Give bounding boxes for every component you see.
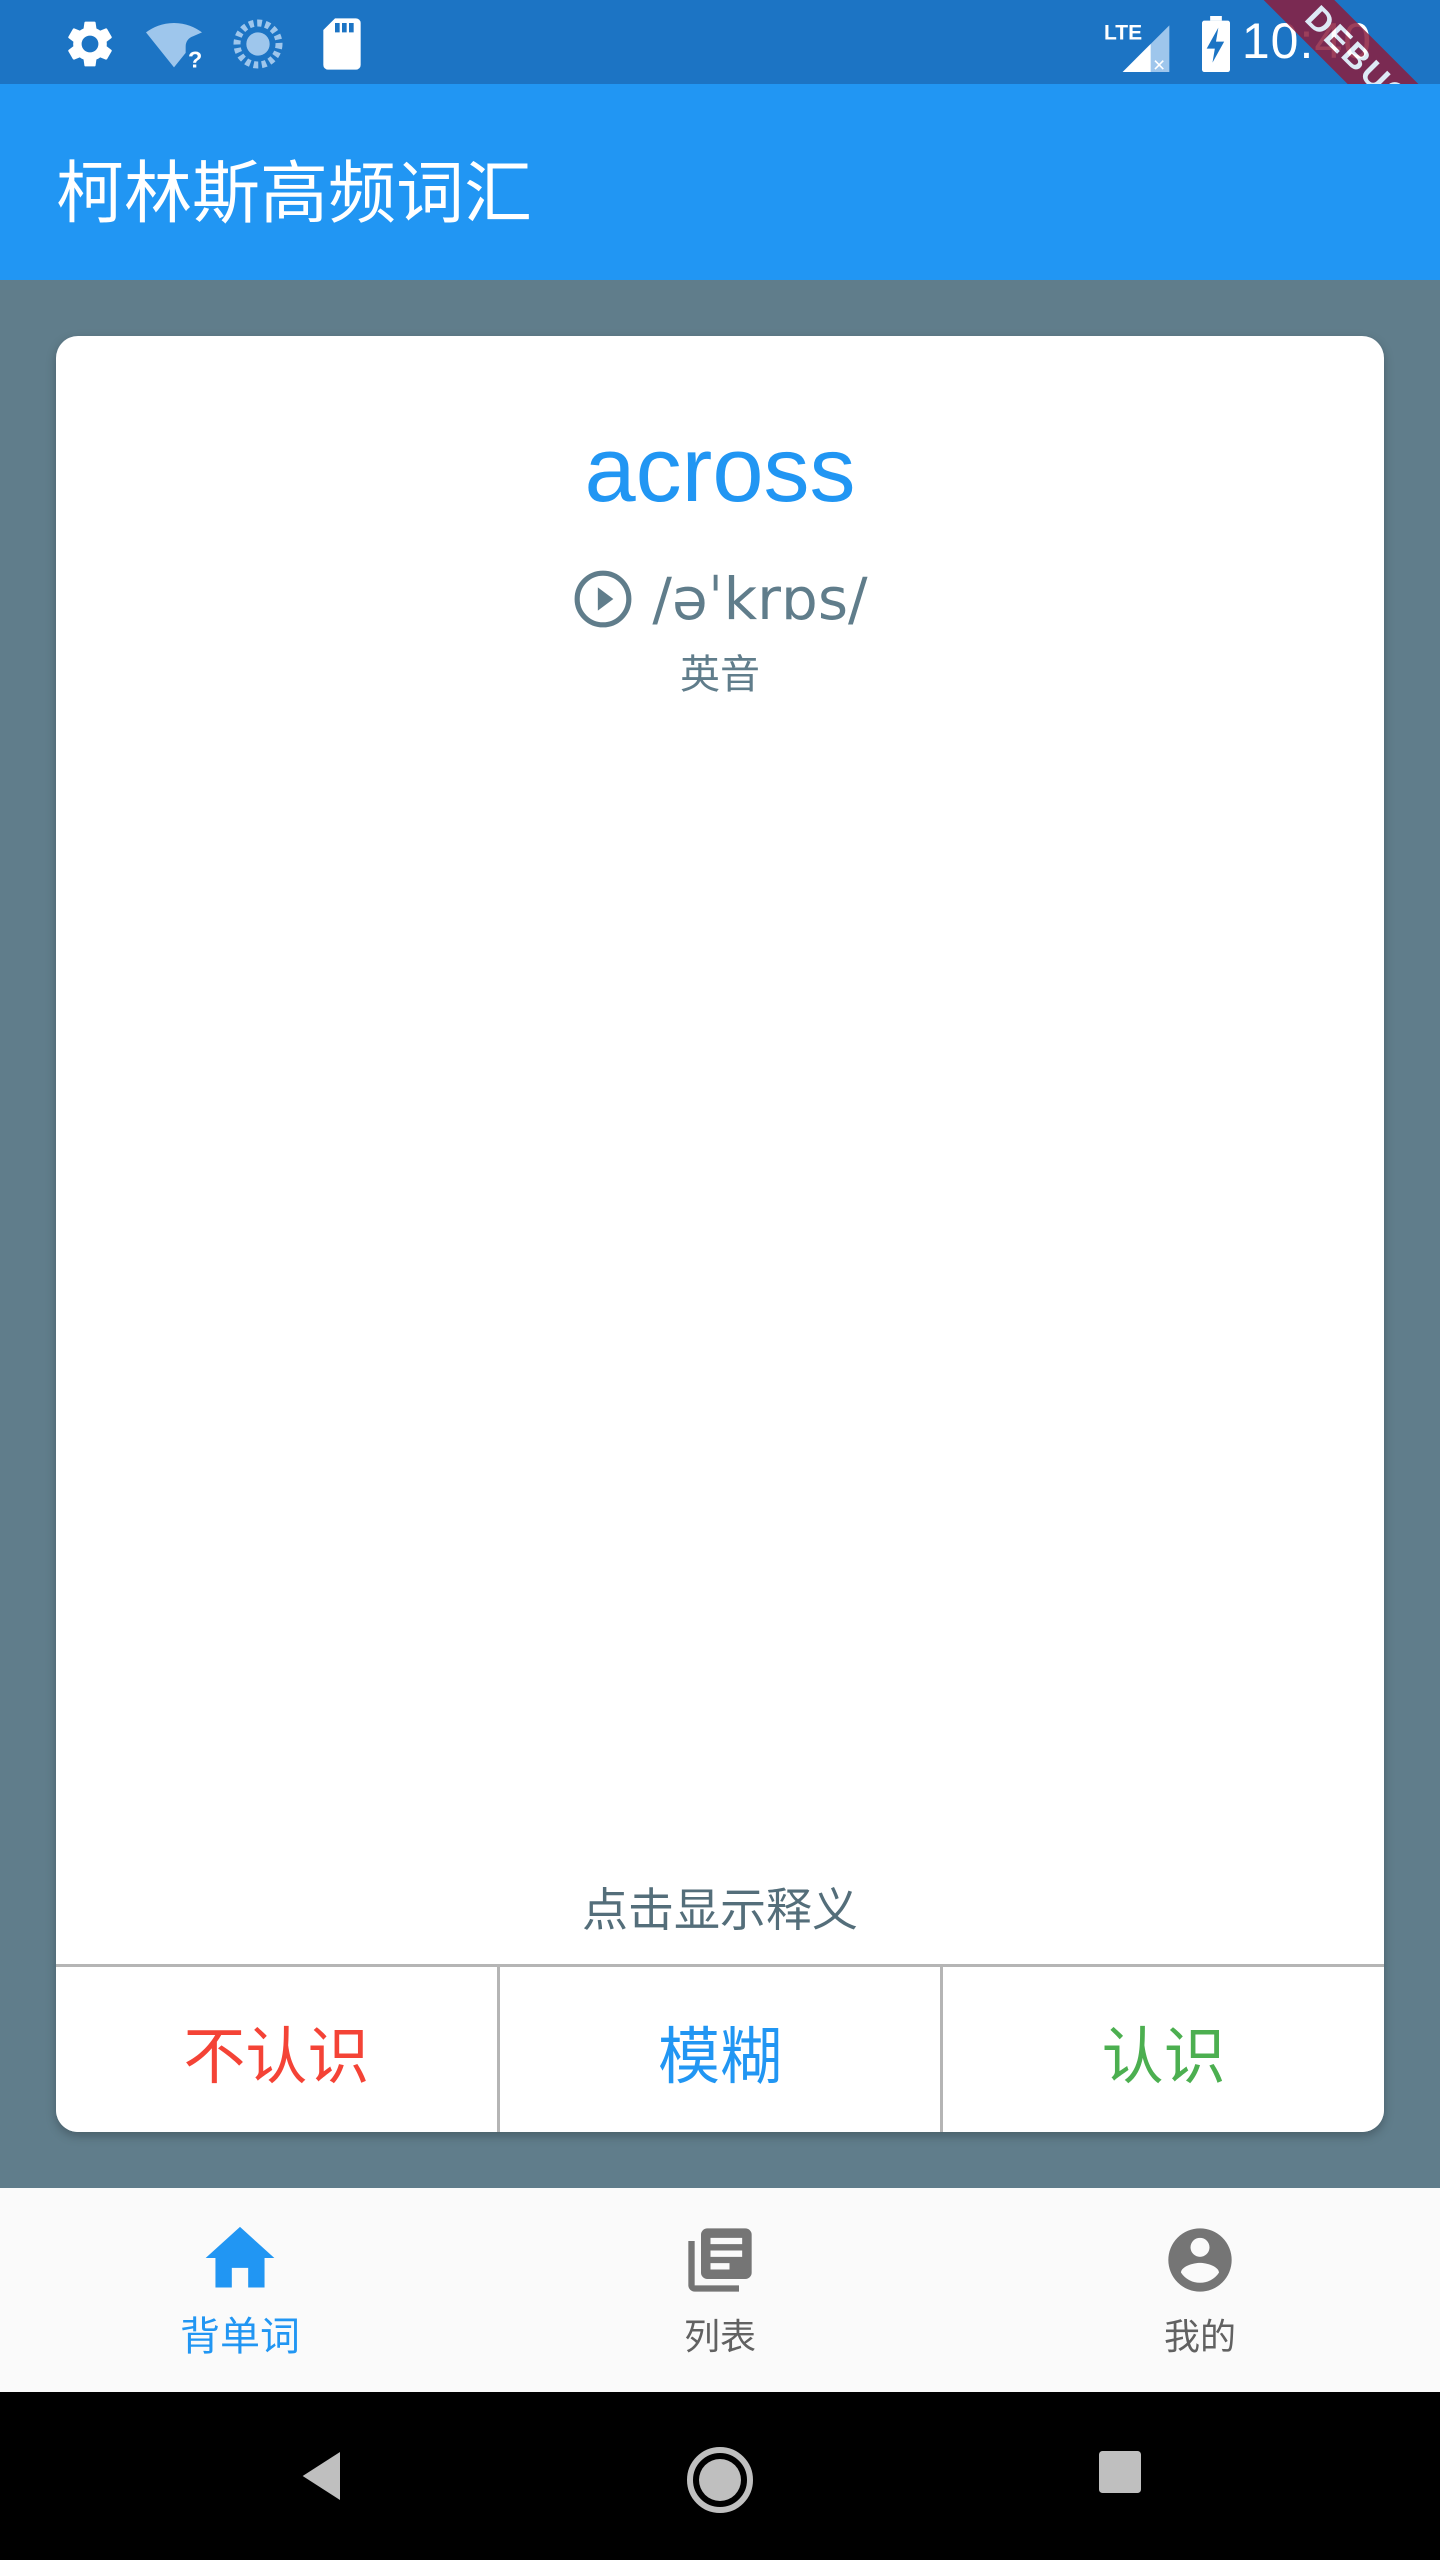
bottom-navigation: 背单词 列表 我的 bbox=[0, 2188, 1440, 2392]
accent-label: 英音 bbox=[680, 652, 760, 698]
sync-icon bbox=[233, 19, 283, 69]
svg-text:LTE: LTE bbox=[1104, 21, 1142, 44]
home-icon bbox=[205, 2226, 275, 2288]
app-title: 柯林斯高频词汇 bbox=[56, 155, 533, 234]
nav-label-profile: 我的 bbox=[1163, 2317, 1236, 2358]
rating-buttons: 不认识 模糊 认识 bbox=[56, 1964, 1384, 2132]
signal-icon: LTE × bbox=[1104, 21, 1170, 72]
list-book-icon bbox=[688, 2228, 752, 2292]
nav-label-study: 背单词 bbox=[180, 2314, 300, 2360]
word-text: across bbox=[584, 419, 856, 521]
wifi-unknown-icon: ? bbox=[146, 23, 202, 72]
svg-text:×: × bbox=[1153, 54, 1165, 72]
nav-item-profile[interactable]: 我的 bbox=[960, 2188, 1440, 2392]
app-bar: 柯林斯高频词汇 bbox=[0, 84, 1440, 280]
vague-button[interactable]: 模糊 bbox=[496, 1967, 941, 2132]
home-button-icon[interactable] bbox=[684, 2444, 756, 2516]
phonetic-text: /əˈkrɒs/ bbox=[652, 565, 868, 633]
nav-item-study[interactable]: 背单词 bbox=[0, 2188, 480, 2392]
back-icon[interactable] bbox=[292, 2444, 356, 2508]
nav-label-list: 列表 bbox=[683, 2317, 756, 2358]
account-circle-icon bbox=[1168, 2228, 1232, 2292]
play-circle-icon[interactable] bbox=[572, 568, 634, 630]
recents-icon[interactable] bbox=[1092, 2444, 1148, 2500]
flashcard[interactable]: across /əˈkrɒs/ 英音 点击显示释义 不认识 模糊 认识 bbox=[56, 336, 1384, 2132]
show-definition-hint[interactable]: 点击显示释义 bbox=[56, 1874, 1384, 1940]
sd-card-icon bbox=[323, 18, 361, 70]
unknown-button[interactable]: 不认识 bbox=[56, 1967, 497, 2132]
known-button[interactable]: 认识 bbox=[940, 1967, 1384, 2132]
nav-item-list[interactable]: 列表 bbox=[480, 2188, 960, 2392]
pronunciation-row: /əˈkrɒs/ bbox=[56, 564, 1384, 634]
svg-text:?: ? bbox=[188, 46, 202, 72]
battery-charging-icon bbox=[1202, 16, 1230, 72]
status-bar: ? LTE × 10:40 DEBUG bbox=[0, 0, 1440, 190]
system-navigation-bar bbox=[0, 2392, 1440, 2560]
settings-icon bbox=[68, 21, 112, 67]
